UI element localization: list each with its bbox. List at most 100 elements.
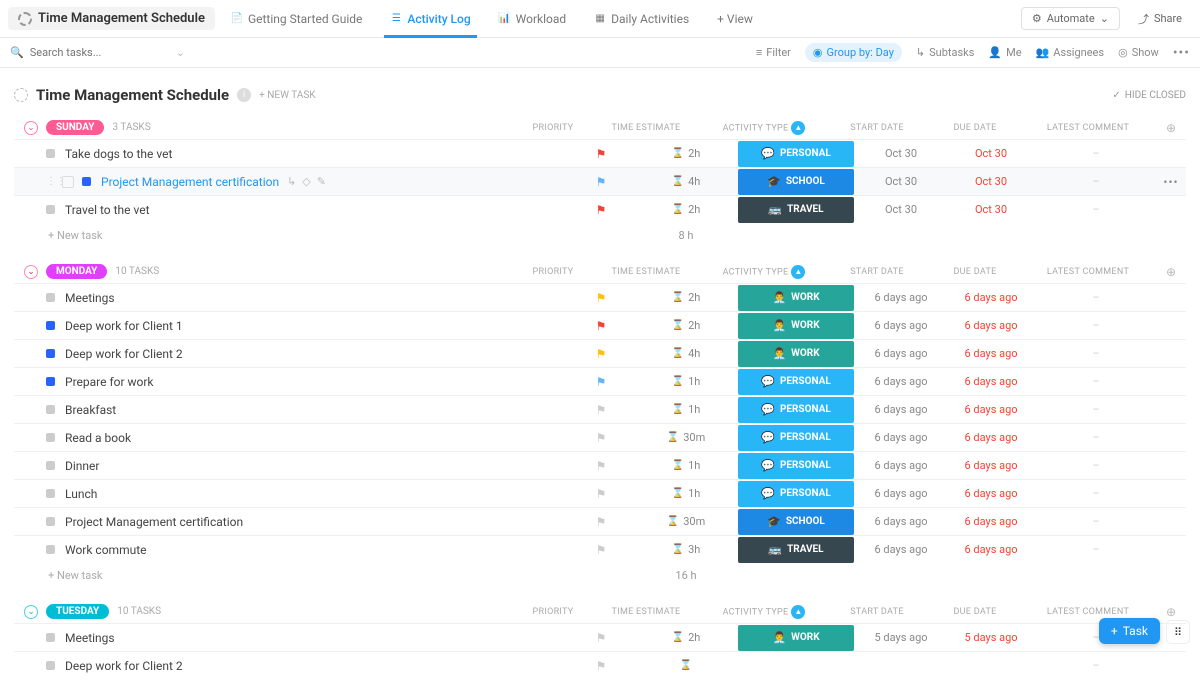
comment-cell[interactable]: –: [1036, 147, 1156, 160]
automate-button[interactable]: ⚙ Automate ⌄: [1021, 7, 1120, 30]
tab-activity-log[interactable]: ☰ Activity Log: [378, 0, 482, 38]
priority-cell[interactable]: ⚑: [566, 347, 636, 361]
drag-handle[interactable]: ⋮⋮: [46, 176, 62, 187]
add-column[interactable]: ⊕: [1156, 121, 1186, 135]
activity-badge[interactable]: 💬PERSONAL: [738, 453, 854, 479]
status-square[interactable]: [46, 517, 55, 526]
tag-icon[interactable]: ◇: [302, 175, 310, 188]
priority-cell[interactable]: ⚑: [566, 631, 636, 645]
estimate-cell[interactable]: ⌛1h: [636, 375, 736, 388]
task-row[interactable]: Read a book ⚑ ⌛30m 💬PERSONAL 6 days ago …: [14, 423, 1186, 451]
search-input[interactable]: [30, 46, 170, 59]
estimate-cell[interactable]: ⌛: [636, 660, 736, 671]
task-name[interactable]: Travel to the vet: [65, 203, 566, 217]
col-due[interactable]: DUE DATE: [930, 123, 1020, 133]
due-date-cell[interactable]: 6 days ago: [946, 375, 1036, 388]
activity-cell[interactable]: 👨‍💼WORK: [736, 625, 856, 651]
col-priority[interactable]: PRIORITY: [518, 123, 588, 133]
start-date-cell[interactable]: 6 days ago: [856, 319, 946, 332]
col-activity[interactable]: ACTIVITY TYPE▲: [704, 121, 824, 135]
col-activity[interactable]: ACTIVITY TYPE▲: [704, 605, 824, 619]
activity-badge[interactable]: 👨‍💼WORK: [738, 285, 854, 311]
task-name[interactable]: Deep work for Client 2: [65, 347, 566, 361]
estimate-cell[interactable]: ⌛2h: [636, 147, 736, 160]
status-square[interactable]: [46, 661, 55, 670]
col-due[interactable]: DUE DATE: [930, 267, 1020, 277]
col-comment[interactable]: LATEST COMMENT: [1028, 267, 1148, 277]
col-comment[interactable]: LATEST COMMENT: [1028, 123, 1148, 133]
due-date-cell[interactable]: 6 days ago: [946, 487, 1036, 500]
row-more[interactable]: •••: [1156, 175, 1186, 189]
subtask-icon[interactable]: ↳: [287, 175, 296, 188]
task-row[interactable]: Deep work for Client 2 ⚑ ⌛4h 👨‍💼WORK 6 d…: [14, 339, 1186, 367]
activity-badge[interactable]: 💬PERSONAL: [738, 425, 854, 451]
activity-badge[interactable]: 💬PERSONAL: [738, 481, 854, 507]
hide-closed[interactable]: ✓ HIDE CLOSED: [1112, 90, 1186, 101]
estimate-cell[interactable]: ⌛2h: [636, 631, 736, 644]
comment-cell[interactable]: –: [1036, 431, 1156, 444]
activity-badge[interactable]: 🎓SCHOOL: [738, 169, 854, 195]
comment-cell[interactable]: –: [1036, 515, 1156, 528]
priority-cell[interactable]: ⚑: [566, 515, 636, 529]
priority-cell[interactable]: ⚑: [566, 375, 636, 389]
estimate-cell[interactable]: ⌛2h: [636, 291, 736, 304]
task-row[interactable]: Deep work for Client 2 ⚑ ⌛ –: [14, 651, 1186, 679]
task-row[interactable]: Deep work for Client 1 ⚑ ⌛2h 👨‍💼WORK 6 d…: [14, 311, 1186, 339]
show-button[interactable]: ◎Show: [1118, 46, 1159, 59]
col-start[interactable]: START DATE: [832, 123, 922, 133]
filter-button[interactable]: ≡Filter: [756, 46, 791, 59]
col-estimate[interactable]: TIME ESTIMATE: [596, 267, 696, 277]
priority-cell[interactable]: ⚑: [566, 659, 636, 673]
task-row[interactable]: Breakfast ⚑ ⌛1h 💬PERSONAL 6 days ago 6 d…: [14, 395, 1186, 423]
due-date-cell[interactable]: 6 days ago: [946, 319, 1036, 332]
priority-cell[interactable]: ⚑: [566, 147, 636, 161]
status-square[interactable]: [46, 293, 55, 302]
col-due[interactable]: DUE DATE: [930, 607, 1020, 617]
due-date-cell[interactable]: 6 days ago: [946, 459, 1036, 472]
estimate-cell[interactable]: ⌛30m: [636, 515, 736, 528]
activity-badge[interactable]: 🚌TRAVEL: [738, 197, 854, 223]
due-date-cell[interactable]: 6 days ago: [946, 515, 1036, 528]
new-task-fab[interactable]: + Task: [1099, 618, 1160, 644]
me-button[interactable]: 👤Me: [988, 46, 1021, 59]
activity-badge[interactable]: 🚌TRAVEL: [738, 537, 854, 563]
status-square[interactable]: [82, 177, 91, 186]
collapse-icon[interactable]: ⌄: [24, 605, 38, 619]
day-pill[interactable]: TUESDAY: [46, 604, 109, 619]
comment-cell[interactable]: –: [1036, 543, 1156, 556]
due-date-cell[interactable]: Oct 30: [946, 175, 1036, 188]
start-date-cell[interactable]: 6 days ago: [856, 431, 946, 444]
due-date-cell[interactable]: 6 days ago: [946, 431, 1036, 444]
comment-cell[interactable]: –: [1036, 175, 1156, 188]
apps-fab[interactable]: ⠿: [1166, 620, 1190, 644]
status-square[interactable]: [46, 205, 55, 214]
more-button[interactable]: •••: [1173, 45, 1190, 61]
task-name[interactable]: Project Management certification: [65, 515, 566, 529]
col-priority[interactable]: PRIORITY: [518, 267, 588, 277]
activity-badge[interactable]: 👨‍💼WORK: [738, 313, 854, 339]
activity-badge[interactable]: 💬PERSONAL: [738, 141, 854, 167]
task-row[interactable]: Meetings ⚑ ⌛2h 👨‍💼WORK 6 days ago 6 days…: [14, 283, 1186, 311]
collapse-icon[interactable]: ⌄: [24, 121, 38, 135]
comment-cell[interactable]: –: [1036, 203, 1156, 216]
status-square[interactable]: [46, 461, 55, 470]
start-date-cell[interactable]: 6 days ago: [856, 543, 946, 556]
task-row[interactable]: Lunch ⚑ ⌛1h 💬PERSONAL 6 days ago 6 days …: [14, 479, 1186, 507]
col-estimate[interactable]: TIME ESTIMATE: [596, 607, 696, 617]
add-column[interactable]: ⊕: [1156, 605, 1186, 619]
activity-badge[interactable]: 💬PERSONAL: [738, 397, 854, 423]
new-task-link[interactable]: + New task: [48, 229, 102, 242]
task-name[interactable]: Read a book: [65, 431, 566, 445]
comment-cell[interactable]: –: [1036, 659, 1156, 672]
collapse-icon[interactable]: ⌄: [24, 265, 38, 279]
edit-icon[interactable]: ✎: [317, 175, 326, 188]
activity-cell[interactable]: 💬PERSONAL: [736, 369, 856, 395]
due-date-cell[interactable]: 6 days ago: [946, 543, 1036, 556]
checkbox[interactable]: [62, 176, 74, 188]
status-square[interactable]: [46, 545, 55, 554]
estimate-cell[interactable]: ⌛3h: [636, 543, 736, 556]
activity-cell[interactable]: 🚌TRAVEL: [736, 197, 856, 223]
task-name[interactable]: Work commute: [65, 543, 566, 557]
add-column[interactable]: ⊕: [1156, 265, 1186, 279]
estimate-cell[interactable]: ⌛2h: [636, 203, 736, 216]
